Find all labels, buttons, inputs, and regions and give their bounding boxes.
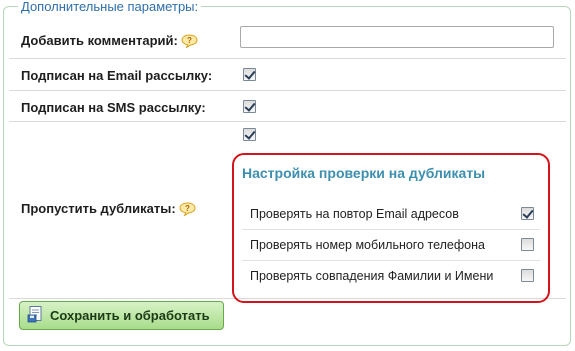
- dup-check-name-row: Проверять совпадения Фамилии и Имени: [242, 261, 540, 292]
- additional-params-fieldset: Дополнительные параметры: Добавить комме…: [3, 0, 571, 346]
- comment-label-wrap: Добавить комментарий: ?: [21, 33, 198, 48]
- dup-check-phone-checkbox[interactable]: [521, 238, 534, 251]
- dup-check-name-label: Проверять совпадения Фамилии и Имени: [250, 269, 494, 283]
- dup-check-phone-label: Проверять номер мобильного телефона: [250, 238, 485, 252]
- skip-duplicates-label-wrap: Пропустить дубликаты: ?: [21, 201, 196, 216]
- dup-check-name-checkbox[interactable]: [521, 269, 534, 282]
- comment-label: Добавить комментарий:: [21, 33, 178, 48]
- email-subscribed-label: Подписан на Email рассылку:: [21, 68, 213, 83]
- svg-text:?: ?: [185, 204, 190, 213]
- duplicate-settings-title: Настройка проверки на дубликаты: [242, 165, 486, 181]
- skip-duplicates-checkbox[interactable]: [243, 128, 256, 141]
- dup-check-email-row: Проверять на повтор Email адресов: [242, 199, 540, 230]
- comment-input[interactable]: [240, 26, 554, 48]
- svg-text:?: ?: [187, 36, 192, 45]
- email-subscribed-row: Подписан на Email рассылку:: [9, 59, 566, 91]
- duplicate-settings-panel: Настройка проверки на дубликаты Проверят…: [232, 153, 550, 303]
- save-document-icon: [27, 305, 45, 326]
- dup-check-email-label: Проверять на повтор Email адресов: [250, 207, 459, 221]
- fieldset-legend: Дополнительные параметры:: [18, 0, 202, 14]
- sms-subscribed-row: Подписан на SMS рассылку:: [9, 91, 566, 122]
- sms-subscribed-label: Подписан на SMS рассылку:: [21, 100, 206, 115]
- dup-check-phone-row: Проверять номер мобильного телефона: [242, 230, 540, 261]
- save-and-process-button[interactable]: Сохранить и обработать: [19, 301, 224, 330]
- save-button-label: Сохранить и обработать: [50, 308, 210, 323]
- help-bubble-icon[interactable]: ?: [181, 33, 198, 48]
- sms-subscribed-checkbox[interactable]: [243, 100, 256, 113]
- help-bubble-icon[interactable]: ?: [179, 201, 196, 216]
- email-subscribed-checkbox[interactable]: [243, 68, 256, 81]
- skip-duplicates-label: Пропустить дубликаты:: [21, 201, 176, 216]
- dup-check-email-checkbox[interactable]: [521, 207, 534, 220]
